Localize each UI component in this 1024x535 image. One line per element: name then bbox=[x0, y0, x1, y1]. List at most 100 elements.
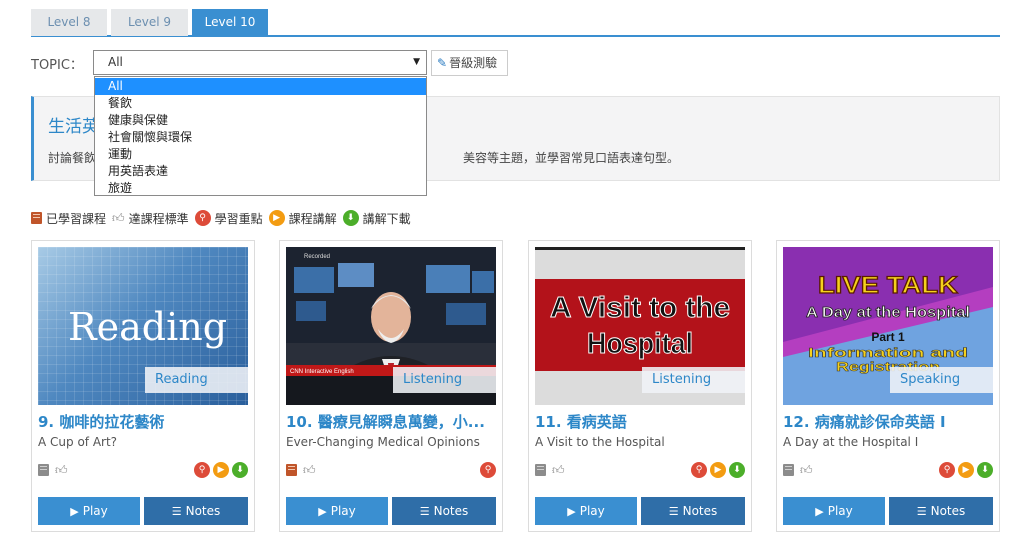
skill-tag: Reading bbox=[145, 367, 248, 393]
thumbs-up-icon: 👍︎ bbox=[800, 463, 813, 477]
course-thumbnail[interactable]: A Visit to the Hospital Listening bbox=[535, 247, 745, 405]
legend-learned-label: 已學習課程 bbox=[46, 211, 107, 226]
thumb-line4: Information and bbox=[808, 345, 968, 360]
course-card-9: Reading Reading 9. 咖啡的拉花藝術 A Cup of Art?… bbox=[31, 240, 255, 532]
tab-level-9[interactable]: Level 9 bbox=[111, 9, 188, 36]
notes-button[interactable]: ☰ Notes bbox=[889, 497, 993, 525]
list-icon: ☰ bbox=[668, 505, 679, 518]
legend-lecture: ▶ 課程講解 bbox=[268, 210, 337, 227]
play-button[interactable]: ▶ Play bbox=[535, 497, 637, 525]
course-title[interactable]: 10. 醫療見解瞬息萬變，小... bbox=[286, 411, 498, 432]
play-label: Play bbox=[579, 504, 605, 518]
book-icon bbox=[31, 212, 42, 224]
download-circle-icon[interactable]: ⬇ bbox=[729, 462, 745, 478]
thumb-line2: A Day at the Hospital bbox=[806, 304, 970, 321]
legend-standard: 👍︎ 達課程標準 bbox=[112, 210, 189, 227]
play-circle-icon[interactable]: ▶ bbox=[710, 462, 726, 478]
resource-icons: ⚲ ▶ ⬇ bbox=[691, 462, 745, 478]
skill-tag: Speaking bbox=[890, 367, 993, 393]
course-subtitle: A Day at the Hospital I bbox=[783, 435, 919, 449]
play-circle-icon: ▶ bbox=[268, 210, 285, 226]
download-circle-icon[interactable]: ⬇ bbox=[977, 462, 993, 478]
thumb-line1: A Visit to the bbox=[550, 292, 730, 324]
thumb-line3: Part 1 bbox=[871, 330, 905, 344]
key-points-icon[interactable]: ⚲ bbox=[691, 462, 707, 478]
thumbnail-text: Reading bbox=[68, 305, 228, 349]
thumbs-up-icon: 👍︎ bbox=[552, 463, 565, 477]
topic-select-value: All bbox=[108, 55, 123, 69]
level-test-label: 晉級測驗 bbox=[449, 56, 498, 70]
chevron-down-icon: ▼ bbox=[413, 57, 420, 67]
topic-dropdown-list: All 餐飲 健康與保健 社會關懷與環保 運動 用英語表達 旅遊 bbox=[94, 76, 427, 196]
thumbs-up-icon: 👍︎ bbox=[303, 463, 316, 477]
play-label: Play bbox=[330, 504, 356, 518]
tab-level-8[interactable]: Level 8 bbox=[31, 9, 107, 36]
download-circle-icon[interactable]: ⬇ bbox=[232, 462, 248, 478]
play-circle-icon[interactable]: ▶ bbox=[213, 462, 229, 478]
legend-download: ⬇ 講解下載 bbox=[342, 210, 411, 227]
course-subtitle: Ever-Changing Medical Opinions bbox=[286, 435, 480, 449]
legend-lecture-label: 課程講解 bbox=[288, 211, 337, 226]
panel-desc-start: 討論餐飲 bbox=[48, 151, 97, 165]
notes-button[interactable]: ☰ Notes bbox=[392, 497, 496, 525]
play-icon: ▶ bbox=[318, 505, 327, 518]
play-label: Play bbox=[82, 504, 108, 518]
play-icon: ▶ bbox=[567, 505, 576, 518]
book-icon bbox=[38, 464, 49, 476]
level-tabs: Level 8 Level 9 Level 10 bbox=[31, 9, 1000, 37]
resource-icons: ⚲ bbox=[480, 462, 496, 478]
key-points-icon: ⚲ bbox=[194, 210, 211, 226]
course-title[interactable]: 12. 病痛就診保命英語 I bbox=[783, 411, 995, 432]
course-title[interactable]: 9. 咖啡的拉花藝術 bbox=[38, 411, 250, 432]
notes-button[interactable]: ☰ Notes bbox=[641, 497, 745, 525]
play-circle-icon[interactable]: ▶ bbox=[958, 462, 974, 478]
thumb-recorded-text: Recorded bbox=[304, 254, 330, 260]
topic-option-all[interactable]: All bbox=[95, 78, 426, 95]
tab-level-10[interactable]: Level 10 bbox=[192, 9, 268, 36]
play-button[interactable]: ▶ Play bbox=[783, 497, 885, 525]
book-icon bbox=[286, 464, 297, 476]
topic-option-travel[interactable]: 旅遊 bbox=[95, 180, 426, 197]
course-thumbnail[interactable]: LIVE TALK A Day at the Hospital Part 1 I… bbox=[783, 247, 993, 405]
list-icon: ☰ bbox=[171, 505, 182, 518]
play-button[interactable]: ▶ Play bbox=[286, 497, 388, 525]
page: Level 8 Level 9 Level 10 TOPIC： All ▼ ✎ 晉… bbox=[0, 0, 1024, 535]
topic-option-health[interactable]: 健康與保健 bbox=[95, 112, 426, 129]
skill-tag: Listening bbox=[642, 367, 745, 393]
topic-option-expression[interactable]: 用英語表達 bbox=[95, 163, 426, 180]
legend-key-points-label: 學習重點 bbox=[214, 211, 263, 226]
notes-label: Notes bbox=[682, 504, 718, 518]
book-icon bbox=[783, 464, 794, 476]
skill-tag: Listening bbox=[393, 367, 496, 393]
thumb-cnn-text: CNN Interactive English bbox=[290, 369, 354, 375]
thumb-line2: Hospital bbox=[587, 328, 693, 360]
course-card-10: Recorded CNN Interactive English Listeni… bbox=[279, 240, 503, 532]
topic-option-sports[interactable]: 運動 bbox=[95, 146, 426, 163]
legend-learned: 已學習課程 bbox=[31, 210, 106, 227]
topic-select[interactable]: All ▼ bbox=[93, 50, 427, 75]
play-button[interactable]: ▶ Play bbox=[38, 497, 140, 525]
key-points-icon[interactable]: ⚲ bbox=[939, 462, 955, 478]
course-title[interactable]: 11. 看病英語 bbox=[535, 411, 747, 432]
play-icon: ▶ bbox=[70, 505, 79, 518]
course-card-12: LIVE TALK A Day at the Hospital Part 1 I… bbox=[776, 240, 1000, 532]
thumbs-up-icon: 👍︎ bbox=[112, 211, 125, 225]
course-subtitle: A Cup of Art? bbox=[38, 435, 118, 449]
course-thumbnail[interactable]: Reading Reading bbox=[38, 247, 248, 405]
level-test-button[interactable]: ✎ 晉級測驗 bbox=[431, 50, 508, 76]
key-points-icon[interactable]: ⚲ bbox=[480, 462, 496, 478]
list-icon: ☰ bbox=[916, 505, 927, 518]
topic-option-food[interactable]: 餐飲 bbox=[95, 95, 426, 112]
course-thumbnail[interactable]: Recorded CNN Interactive English Listeni… bbox=[286, 247, 496, 405]
legend-download-label: 講解下載 bbox=[362, 211, 411, 226]
notes-button[interactable]: ☰ Notes bbox=[144, 497, 248, 525]
legend-key-points: ⚲ 學習重點 bbox=[194, 210, 263, 227]
legend-standard-label: 達課程標準 bbox=[128, 211, 189, 226]
topic-option-society[interactable]: 社會關懷與環保 bbox=[95, 129, 426, 146]
panel-desc-end: 美容等主題，並學習常見口語表達句型。 bbox=[463, 151, 680, 165]
status-icons: 👍︎ bbox=[286, 464, 316, 476]
play-icon: ▶ bbox=[815, 505, 824, 518]
notes-label: Notes bbox=[433, 504, 469, 518]
key-points-icon[interactable]: ⚲ bbox=[194, 462, 210, 478]
panel-title: 生活英 bbox=[48, 117, 99, 137]
